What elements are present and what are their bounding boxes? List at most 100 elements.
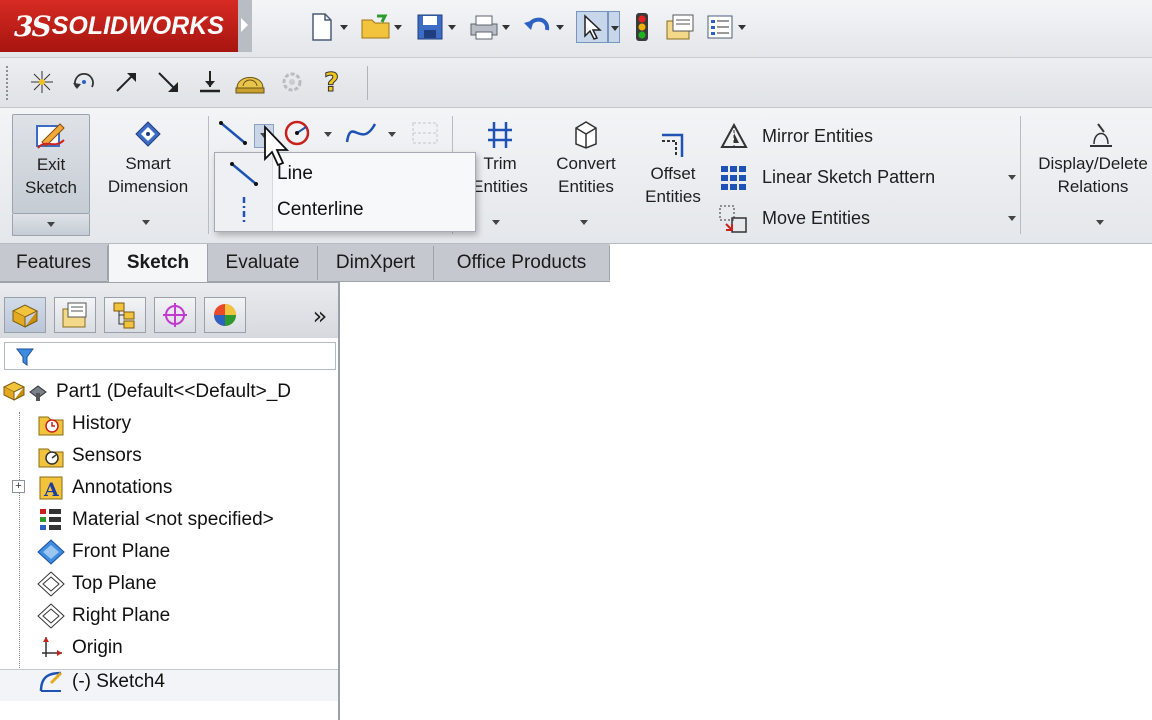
mirror-entities-button[interactable]: Mirror Entities	[716, 116, 1016, 157]
annotations-label: Annotations	[72, 477, 173, 498]
trim-entities-dropdown[interactable]	[486, 212, 506, 232]
annotations-icon: A	[36, 474, 66, 502]
ribbon-separator-3	[1020, 116, 1021, 234]
linear-sketch-pattern-dropdown[interactable]	[1008, 175, 1016, 180]
smart-dimension-dropdown[interactable]	[136, 212, 156, 232]
tree-node-annotations[interactable]: A Annotations	[36, 472, 172, 504]
arrow-down-right-icon[interactable]	[150, 64, 186, 100]
help-icon[interactable]: ?	[314, 64, 350, 100]
right-plane-icon	[36, 602, 66, 630]
tab-sketch[interactable]: Sketch	[108, 244, 208, 282]
point-icon[interactable]	[24, 64, 60, 100]
tree-node-sensors[interactable]: Sensors	[36, 440, 142, 472]
sensors-icon	[36, 442, 66, 470]
linear-sketch-pattern-button[interactable]: Linear Sketch Pattern	[716, 157, 1016, 198]
spline-tool-dropdown[interactable]	[382, 124, 402, 144]
ground-icon[interactable]	[192, 64, 228, 100]
top-plane-label: Top Plane	[72, 573, 157, 594]
menu-item-line[interactable]: Line	[215, 156, 475, 192]
mouse-cursor-icon	[262, 124, 292, 169]
move-entities-button[interactable]: Move Entities	[716, 198, 1016, 239]
spline-tool-icon[interactable]	[344, 118, 378, 148]
undo-icon[interactable]	[522, 11, 554, 43]
convert-entities-button[interactable]: Convert Entities	[544, 118, 628, 198]
options-list-icon[interactable]	[704, 11, 736, 43]
undo-dropdown[interactable]	[554, 11, 566, 43]
options-dropdown[interactable]	[736, 11, 748, 43]
tab-evaluate[interactable]: Evaluate	[208, 246, 318, 280]
dimxpert-manager-tab-icon[interactable]	[154, 297, 196, 333]
tree-node-front-plane[interactable]: Front Plane	[36, 536, 170, 568]
display-state-icon	[26, 378, 50, 406]
line-tool-icon[interactable]	[216, 118, 250, 148]
tree-node-top-plane[interactable]: Top Plane	[36, 568, 157, 600]
svg-text:A: A	[43, 479, 59, 501]
display-manager-tab-icon[interactable]	[204, 297, 246, 333]
rotate-icon[interactable]	[66, 64, 102, 100]
part-label: Part1 (Default<<Default>_D	[56, 381, 291, 402]
origin-icon	[36, 634, 66, 662]
tree-node-material[interactable]: Material <not specified>	[36, 504, 274, 536]
front-plane-icon	[36, 538, 66, 566]
panel-tabs: »	[0, 282, 338, 338]
ribbon-separator	[208, 116, 209, 234]
solidworks-logo[interactable]: 3S SOLIDWORKS	[0, 0, 238, 52]
new-document-icon[interactable]	[306, 11, 338, 43]
tab-dimxpert[interactable]: DimXpert	[318, 246, 434, 280]
rebuild-traffic-light-icon[interactable]	[626, 11, 658, 43]
linear-sketch-pattern-label: Linear Sketch Pattern	[762, 167, 936, 187]
line-dropdown-menu: Line Centerline	[214, 152, 476, 232]
menu-item-centerline-label: Centerline	[277, 199, 364, 220]
tab-features[interactable]: Features	[0, 246, 108, 280]
print-dropdown[interactable]	[500, 11, 512, 43]
trim-entities-label: Trim Entities	[472, 154, 528, 196]
open-folder-icon[interactable]	[360, 11, 392, 43]
display-delete-relations-dropdown[interactable]	[1090, 212, 1110, 232]
select-dropdown[interactable]	[608, 11, 620, 43]
tree-node-history[interactable]: History	[36, 408, 131, 440]
save-dropdown[interactable]	[446, 11, 458, 43]
centerline-icon	[215, 192, 273, 228]
top-plane-icon	[36, 570, 66, 598]
tab-features-label: Features	[16, 252, 91, 273]
open-dropdown[interactable]	[392, 11, 404, 43]
sketch-icon	[36, 668, 66, 696]
display-delete-relations-button[interactable]: Display/Delete Relations	[1030, 118, 1152, 198]
tree-node-part[interactable]: Part1 (Default<<Default>_D	[2, 376, 291, 408]
helmet-icon[interactable]	[232, 64, 268, 100]
tree-node-right-plane[interactable]: Right Plane	[36, 600, 170, 632]
exit-sketch-dropdown[interactable]	[12, 214, 90, 236]
offset-entities-button[interactable]: Offset Entities	[634, 130, 712, 208]
toolbar-separator	[367, 66, 368, 100]
convert-entities-dropdown[interactable]	[574, 212, 594, 232]
menu-expand-arrow[interactable]	[238, 0, 252, 52]
offset-entities-icon	[634, 130, 712, 162]
panel-expand-chevron-icon[interactable]: »	[306, 303, 334, 331]
configuration-manager-tab-icon[interactable]	[104, 297, 146, 333]
save-icon[interactable]	[414, 11, 446, 43]
arrow-up-right-icon[interactable]	[108, 64, 144, 100]
exit-sketch-button[interactable]: Exit Sketch	[12, 114, 90, 214]
tree-node-sketch4[interactable]: (-) Sketch4	[36, 666, 165, 698]
toolbar-grip[interactable]	[6, 66, 10, 100]
annotations-expand-icon[interactable]: +	[12, 480, 25, 493]
smart-dimension-button[interactable]: Smart Dimension	[96, 118, 200, 198]
circle-tool-dropdown[interactable]	[318, 124, 338, 144]
material-label: Material <not specified>	[72, 509, 274, 530]
tab-office-products[interactable]: Office Products	[434, 246, 610, 280]
right-plane-label: Right Plane	[72, 605, 171, 626]
move-entities-dropdown[interactable]	[1008, 216, 1016, 221]
file-properties-icon[interactable]	[664, 11, 696, 43]
mirror-entities-icon	[716, 122, 752, 152]
solidworks-window: 3S SOLIDWORKS ? Exit Sketch Smart Dimens…	[0, 0, 1152, 720]
offset-entities-label: Offset Entities	[645, 164, 701, 206]
property-manager-tab-icon[interactable]	[54, 297, 96, 333]
menu-item-centerline[interactable]: Centerline	[215, 192, 475, 228]
print-icon[interactable]	[468, 11, 500, 43]
select-pointer-icon[interactable]	[576, 11, 608, 43]
new-dropdown[interactable]	[338, 11, 350, 43]
feature-manager-tab-icon[interactable]	[4, 297, 46, 333]
move-entities-label: Move Entities	[762, 208, 871, 228]
tree-node-origin[interactable]: Origin	[36, 632, 123, 664]
feature-tree-filter[interactable]	[4, 342, 336, 370]
